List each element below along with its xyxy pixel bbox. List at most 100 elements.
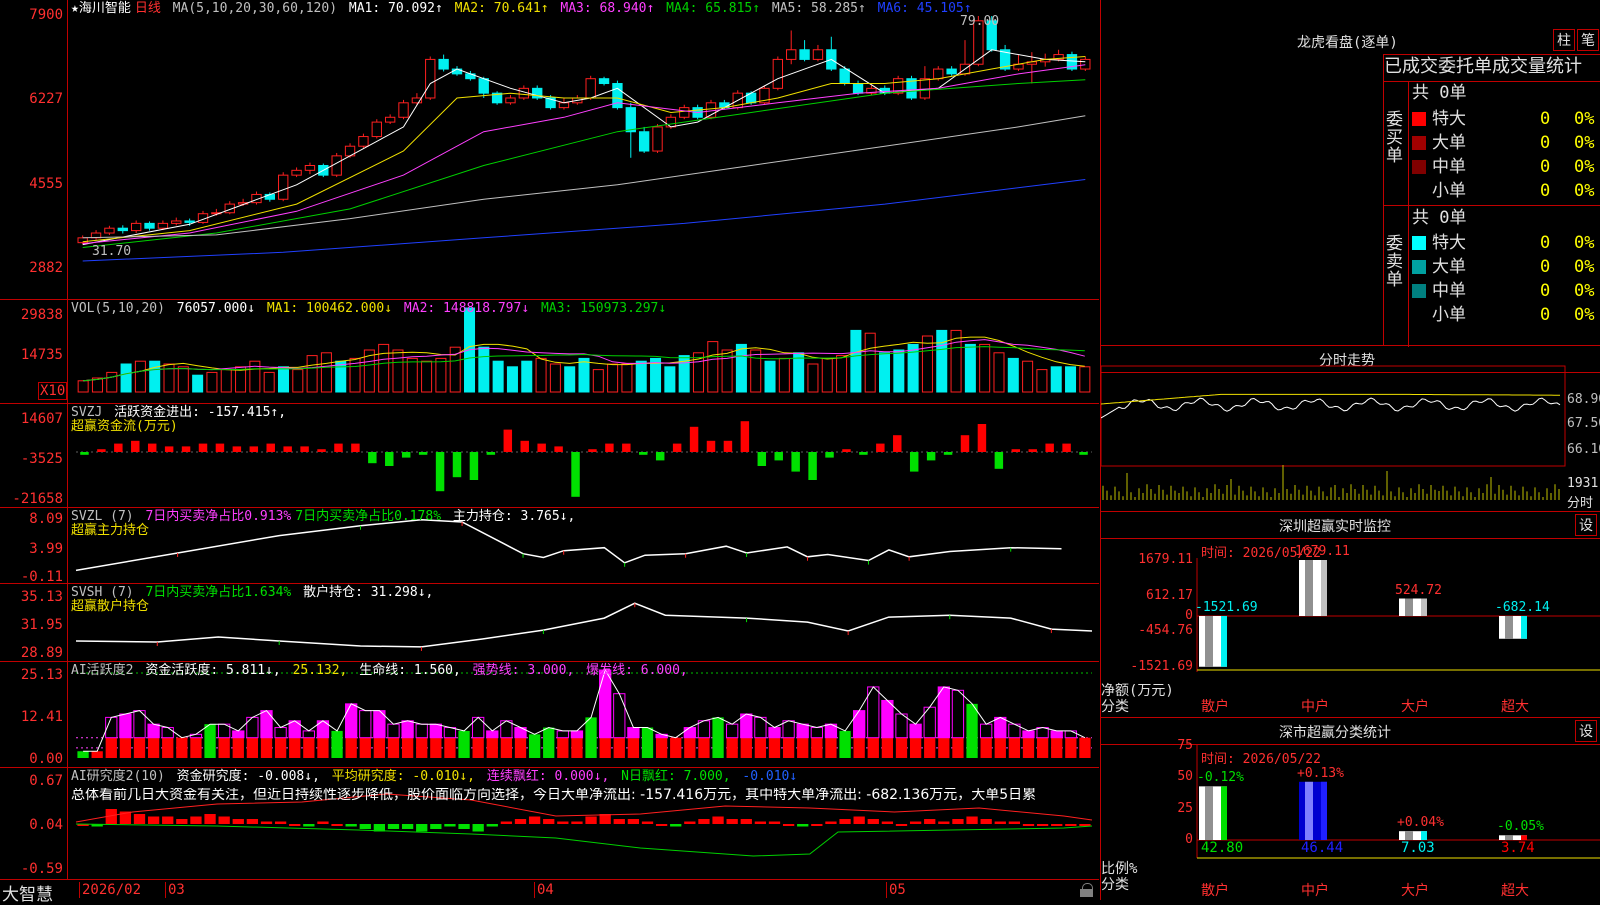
sz-monitor-panel: 深圳超赢实时监控 设 时间: 2026/05/22 净额(万元) 分类 1679… — [1100, 512, 1600, 718]
research-bar — [994, 821, 1006, 824]
fund-flow-bar — [452, 452, 462, 478]
volume-bar — [592, 369, 604, 393]
activity-bar — [811, 737, 823, 758]
fund-flow-bar — [215, 443, 225, 452]
sz-y-tick: 0 — [1185, 608, 1193, 623]
volume-bar — [421, 360, 433, 393]
ss-bar-edge — [1321, 781, 1327, 840]
research-bar — [387, 824, 400, 829]
ma2-value: MA2: 70.641↑ — [454, 1, 549, 16]
research-bar — [147, 816, 160, 824]
volume-bar — [521, 360, 533, 393]
ai1-header: AI活跃度2 资金活跃度: 5.811↓, 25.132, 生命线: 1.560… — [71, 664, 692, 678]
volume-bar — [921, 335, 933, 393]
activity-bar — [613, 737, 625, 758]
ma2-line — [82, 56, 1086, 243]
buy-row: 大单 0 0% — [1412, 131, 1600, 155]
research-bar — [204, 814, 216, 824]
volume-bar — [564, 366, 576, 393]
activity-bar — [1065, 737, 1077, 758]
period-label[interactable]: 日线 — [135, 1, 161, 16]
candle-body — [157, 222, 169, 229]
activity-bar — [1079, 737, 1091, 758]
research-bar — [895, 824, 908, 826]
ma4-value: MA4: 65.815↑ — [666, 1, 761, 16]
bar-mode-button[interactable]: 柱 — [1553, 29, 1575, 51]
vol-ma2: MA2: 148818.797↓ — [403, 301, 530, 316]
svzl-subtitle: 超赢主力持仓 — [71, 523, 150, 538]
activity-bar-top — [359, 710, 372, 739]
sz-bar-value: -682.14 — [1495, 600, 1550, 615]
research-green-line — [75, 823, 1093, 857]
lhb-panel: 龙虎看盘(逐单) 柱 笔 已成交委托单成交量统计 委买单 委卖单 共 0单 共 … — [1100, 0, 1600, 347]
activity-bar-top — [599, 669, 612, 739]
activity-bar — [543, 727, 555, 758]
ss-bar-shade — [1305, 781, 1313, 840]
svsh-panel[interactable]: 35.13 31.95 28.89 SVSH (7) 7日内买卖净占比1.634… — [0, 584, 1099, 662]
activity-bar — [190, 737, 202, 758]
intraday-vol-tick: 1931 — [1567, 476, 1599, 491]
activity-bar — [557, 737, 569, 758]
ai-research-panel[interactable]: 0.67 0.04 -0.59 AI研究度2(10) 资金研究度: -0.008… — [0, 768, 1099, 880]
fund-flow-bar — [520, 440, 529, 452]
fund-flow-bar — [283, 446, 292, 452]
intraday-unit: 分时 — [1567, 496, 1594, 511]
sz-category-label: 大户 — [1401, 699, 1429, 715]
candle-body — [398, 102, 409, 118]
ss-category-label: 超大 — [1501, 883, 1529, 899]
kline-panel[interactable]: 7900 6227 4555 2882 ★海川智能 日线 MA(5,10,20,3… — [0, 0, 1099, 300]
sell-row: 小单 0 0% — [1412, 303, 1600, 327]
candle-body — [919, 78, 931, 99]
activity-bar — [289, 737, 301, 758]
ai2-n-value: -0.010↓ — [742, 769, 798, 784]
activity-bar — [782, 737, 795, 758]
fund-flow-bar — [859, 452, 868, 455]
kline-chart[interactable] — [0, 0, 1099, 300]
volume-panel[interactable]: 29838 14735 X10 VOL(5,10,20) 76057.000↓ … — [0, 300, 1099, 404]
ai1-max: 25.132, — [292, 663, 348, 678]
holding-line — [75, 602, 1093, 648]
ai2-value: 资金研究度: -0.008↓, — [176, 769, 320, 784]
research-bar — [232, 819, 244, 824]
candle-body — [291, 169, 302, 176]
stock-title[interactable]: ★海川智能 — [71, 1, 131, 16]
activity-bar — [797, 737, 809, 758]
sz-bar-edge — [1221, 616, 1227, 667]
intraday-panel[interactable]: 分时走势 68.90 67.50 66.10 1931 分时 — [1100, 346, 1600, 512]
volume-bar — [120, 363, 132, 393]
activity-bar-top — [302, 730, 315, 739]
brand-label[interactable]: 大智慧 — [2, 880, 53, 905]
volume-bar — [1022, 360, 1034, 393]
tick-mode-button[interactable]: 笔 — [1577, 29, 1599, 51]
research-bar — [909, 821, 922, 824]
research-bar — [514, 819, 527, 824]
svsh-header: SVSH (7) 7日内买卖净占比1.634% 散户持仓: 31.298↓, — [71, 586, 437, 600]
research-bar — [416, 824, 428, 832]
sell-orders-label: 委卖单 — [1386, 234, 1403, 290]
candle-body — [304, 165, 316, 171]
ai-activity-panel[interactable]: 25.13 12.41 0.00 AI活跃度2 资金活跃度: 5.811↓, 2… — [0, 662, 1099, 768]
ss-category-label: 大户 — [1401, 883, 1429, 899]
svzl-panel[interactable]: 8.09 3.99 -0.11 SVZL (7) 7日内买卖净占比0.913% 7… — [0, 508, 1099, 584]
high-price-label: 79.00 — [960, 14, 1000, 29]
fund-flow-bar — [266, 443, 275, 452]
research-bar — [797, 824, 809, 827]
activity-bar-top — [627, 727, 640, 739]
candle-body — [679, 107, 690, 118]
fund-flow-bar — [571, 452, 580, 497]
color-swatch-icon — [1412, 260, 1426, 274]
activity-bar-top — [147, 723, 160, 739]
svzj-value: 活跃资金进出: -157.415↑, — [114, 405, 287, 420]
sz-bar-value: -1521.69 — [1195, 600, 1258, 615]
research-bar — [260, 821, 273, 824]
activity-bar — [430, 737, 442, 758]
svzj-panel[interactable]: 14607 -3525 -21658 SVZJ 活跃资金进出: -157.415… — [0, 404, 1099, 508]
activity-bar — [571, 737, 583, 758]
research-bar — [825, 821, 837, 824]
vol-value: 76057.000↓ — [176, 301, 256, 316]
ss-bar-value: 46.44 — [1301, 840, 1344, 856]
activity-bar-top — [1036, 727, 1049, 739]
activity-bar — [105, 737, 117, 758]
volume-bar — [878, 352, 891, 393]
ai2-header: AI研究度2(10) 资金研究度: -0.008↓, 平均研究度: -0.010… — [71, 770, 801, 784]
